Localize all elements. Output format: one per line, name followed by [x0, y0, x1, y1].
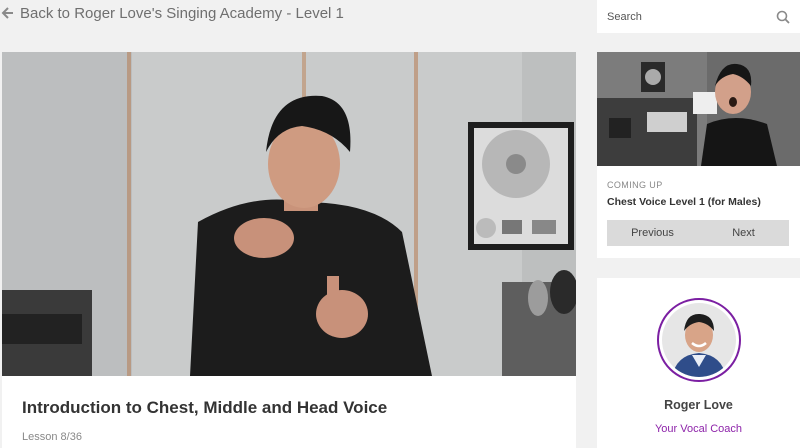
coach-name: Roger Love	[664, 398, 733, 412]
coach-role: Your Vocal Coach	[654, 423, 743, 435]
coach-card: Roger Love Your Vocal Coach	[597, 278, 800, 448]
lesson-count: Lesson 8/36	[22, 431, 82, 443]
search-box	[597, 0, 800, 33]
next-lesson-thumbnail[interactable]	[597, 52, 800, 166]
search-icon[interactable]	[776, 10, 790, 24]
up-next-card: COMING UP Chest Voice Level 1 (for Males…	[597, 52, 800, 258]
back-link[interactable]: Back to Roger Love's Singing Academy - L…	[0, 0, 590, 26]
back-link-label[interactable]: Back to Roger Love's Singing Academy - L…	[20, 5, 344, 22]
search-input[interactable]	[607, 10, 776, 23]
lesson-nav: Previous Next	[607, 220, 789, 246]
avatar	[657, 298, 741, 382]
lesson-info: Introduction to Chest, Middle and Head V…	[2, 376, 576, 448]
arrow-left-icon	[0, 6, 14, 20]
video-player[interactable]	[2, 52, 576, 376]
coming-up-label: COMING UP	[607, 180, 663, 190]
lesson-title: Introduction to Chest, Middle and Head V…	[22, 398, 388, 417]
next-button[interactable]: Next	[698, 220, 789, 246]
next-lesson-title[interactable]: Chest Voice Level 1 (for Males)	[607, 196, 761, 208]
previous-button[interactable]: Previous	[607, 220, 698, 246]
